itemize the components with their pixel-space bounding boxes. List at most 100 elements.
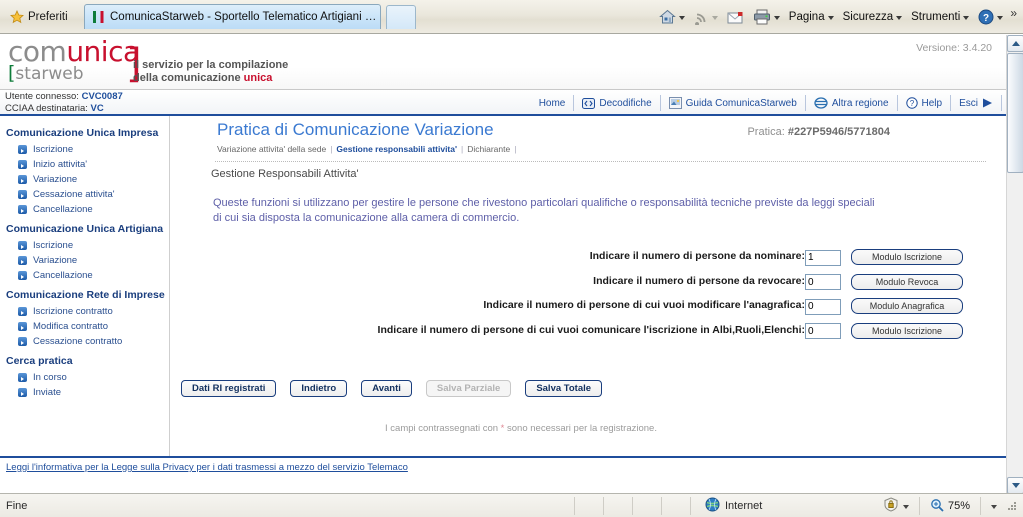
globe-icon	[814, 97, 828, 109]
chevron-down-icon[interactable]	[902, 505, 909, 509]
page-content: comunica [starweb ] il servizio per la c…	[0, 35, 1006, 494]
resize-grip[interactable]	[1005, 500, 1017, 512]
toolbar-overflow-button[interactable]: »	[1010, 6, 1017, 28]
button-cell-anagrafica: Modulo Anagrafica	[851, 293, 981, 318]
chevron-up-icon	[1011, 41, 1020, 46]
page-menu-label: Pagina	[788, 11, 825, 23]
avanti-button[interactable]: Avanti	[361, 380, 412, 397]
sidebar-item-inizio-attivita[interactable]: Inizio attivita'	[0, 157, 169, 172]
nav-esci[interactable]: Esci	[951, 95, 1002, 111]
sidebar-item-label: Iscrizione contratto	[33, 306, 113, 317]
field-cell-nominare	[805, 244, 851, 269]
scrollbar-thumb[interactable]	[1007, 53, 1023, 173]
favorites-button[interactable]: Preferiti	[6, 7, 76, 27]
field-cell-albi	[805, 318, 851, 343]
sidebar-item-iscrizione-artigiana[interactable]: Iscrizione	[0, 238, 169, 253]
scroll-down-button[interactable]	[1007, 477, 1023, 494]
sidebar-item-cessazione-contratto[interactable]: Cessazione contratto	[0, 334, 169, 349]
breadcrumb-item-dichiarante[interactable]: Dichiarante	[467, 144, 510, 154]
sidebar-item-inviate[interactable]: Inviate	[0, 385, 169, 400]
help-icon: ?	[978, 9, 994, 25]
connected-user-value: CVC0087	[81, 91, 123, 102]
bullet-arrow-icon	[18, 388, 27, 397]
globe-icon	[705, 497, 720, 515]
read-mail-icon	[727, 11, 744, 24]
help-menu-button[interactable]: ?	[974, 6, 1007, 28]
nav-home[interactable]: Home	[531, 95, 575, 111]
security-zone-label: Internet	[725, 500, 763, 512]
sidebar-item-label: Variazione	[33, 255, 78, 266]
privacy-link[interactable]: Leggi l'informativa per la Legge sulla P…	[6, 462, 408, 473]
form-row-anagrafica: Indicare il numero di persone di cui vuo…	[171, 293, 981, 318]
zoom-icon[interactable]	[930, 498, 944, 515]
bullet-arrow-icon	[18, 145, 27, 154]
label-nominare: Indicare il numero di persone da nominar…	[589, 250, 805, 263]
modulo-anagrafica-button[interactable]: Modulo Anagrafica	[851, 298, 963, 315]
sidebar-item-variazione-impresa[interactable]: Variazione	[0, 172, 169, 187]
button-cell-nominare: Modulo Iscrizione	[851, 244, 981, 269]
bullet-arrow-icon	[18, 241, 27, 250]
nav-help[interactable]: ? Help	[898, 95, 952, 111]
site-logo[interactable]: comunica [starweb ]	[8, 38, 142, 85]
divider	[980, 497, 981, 515]
indietro-button[interactable]: Indietro	[290, 380, 348, 397]
sidebar-item-cancellazione-impresa[interactable]: Cancellazione	[0, 202, 169, 217]
required-fields-note: I campi contrassegnati con * sono necess…	[171, 423, 871, 434]
security-menu-button[interactable]: Sicurezza	[839, 6, 907, 28]
input-anagrafica[interactable]	[805, 298, 841, 315]
page-title: Pratica di Comunicazione Variazione	[217, 120, 494, 139]
sidebar-item-iscrizione-contratto[interactable]: Iscrizione contratto	[0, 304, 169, 319]
browser-toolbar: Preferiti ComunicaStarweb - Sportello Te…	[0, 0, 1023, 34]
sidebar-item-variazione-artigiana[interactable]: Variazione	[0, 253, 169, 268]
intro-line-1: Queste funzioni si utilizzano per gestir…	[213, 197, 875, 209]
input-revocare[interactable]	[805, 274, 841, 290]
new-tab-button[interactable]	[386, 5, 416, 29]
browser-command-bar: Pagina Sicurezza Strumenti ? »	[655, 4, 1017, 30]
breadcrumb-separator: |	[514, 144, 517, 154]
bullet-arrow-icon	[18, 175, 27, 184]
chevron-down-icon[interactable]	[991, 505, 997, 509]
breadcrumb-item-gestione[interactable]: Gestione responsabili attivita'	[336, 144, 457, 154]
dati-ri-registrati-button[interactable]: Dati RI registrati	[181, 380, 277, 397]
page-scrollbar[interactable]	[1006, 35, 1023, 494]
cciaa-value: VC	[90, 103, 104, 114]
modulo-iscrizione-nominare-button[interactable]: Modulo Iscrizione	[851, 249, 963, 266]
print-button[interactable]	[749, 6, 784, 28]
input-albi[interactable]	[805, 323, 841, 339]
sidebar-item-iscrizione-impresa[interactable]: Iscrizione	[0, 142, 169, 157]
read-mail-button[interactable]	[723, 6, 748, 28]
chevron-down-icon	[773, 16, 780, 20]
sidebar-item-cancellazione-artigiana[interactable]: Cancellazione	[0, 268, 169, 283]
sidebar-item-in-corso[interactable]: In corso	[0, 370, 169, 385]
nav-altra-regione[interactable]: Altra regione	[806, 95, 898, 111]
salva-totale-button[interactable]: Salva Totale	[525, 380, 603, 397]
nav-decodifiche[interactable]: Decodifiche	[574, 95, 661, 111]
nav-guida[interactable]: Guida ComunicaStarweb	[661, 95, 806, 111]
security-zone[interactable]: Internet	[705, 494, 762, 517]
star-icon	[10, 10, 24, 24]
intro-line-2: di cui sia disposta la comunicazione all…	[213, 212, 520, 224]
label-anagrafica: Indicare il numero di persone di cui vuo…	[483, 299, 805, 312]
logo-starweb-text: starweb	[15, 64, 84, 84]
input-nominare[interactable]	[805, 249, 841, 266]
sidebar-item-label: In corso	[33, 372, 67, 383]
tagline-line-2: della comunicazione unica	[133, 72, 288, 85]
button-cell-albi: Modulo Iscrizione	[851, 318, 981, 343]
browser-tab[interactable]: ComunicaStarweb - Sportello Telematico A…	[84, 4, 381, 29]
nav-home-label: Home	[538, 97, 566, 109]
sidebar-item-modifica-contratto[interactable]: Modifica contratto	[0, 319, 169, 334]
action-buttons: Dati RI registrati Indietro Avanti Salva…	[181, 380, 1006, 397]
breadcrumb-item-variazione[interactable]: Variazione attivita' della sede	[217, 144, 326, 154]
modulo-iscrizione-albi-button[interactable]: Modulo Iscrizione	[851, 322, 963, 339]
protected-mode-icon[interactable]	[883, 497, 899, 515]
section-heading: Gestione Responsabili Attivita'	[211, 168, 359, 180]
modulo-revoca-button[interactable]: Modulo Revoca	[851, 273, 963, 290]
page-menu-button[interactable]: Pagina	[785, 6, 838, 28]
breadcrumb-separator: |	[330, 144, 333, 154]
zoom-level-label[interactable]: 75%	[948, 500, 970, 512]
home-button[interactable]	[655, 6, 689, 28]
sidebar-item-cessazione-attivita[interactable]: Cessazione attivita'	[0, 187, 169, 202]
feeds-button[interactable]	[690, 6, 722, 28]
tools-menu-button[interactable]: Strumenti	[907, 6, 973, 28]
scroll-up-button[interactable]	[1007, 35, 1023, 52]
